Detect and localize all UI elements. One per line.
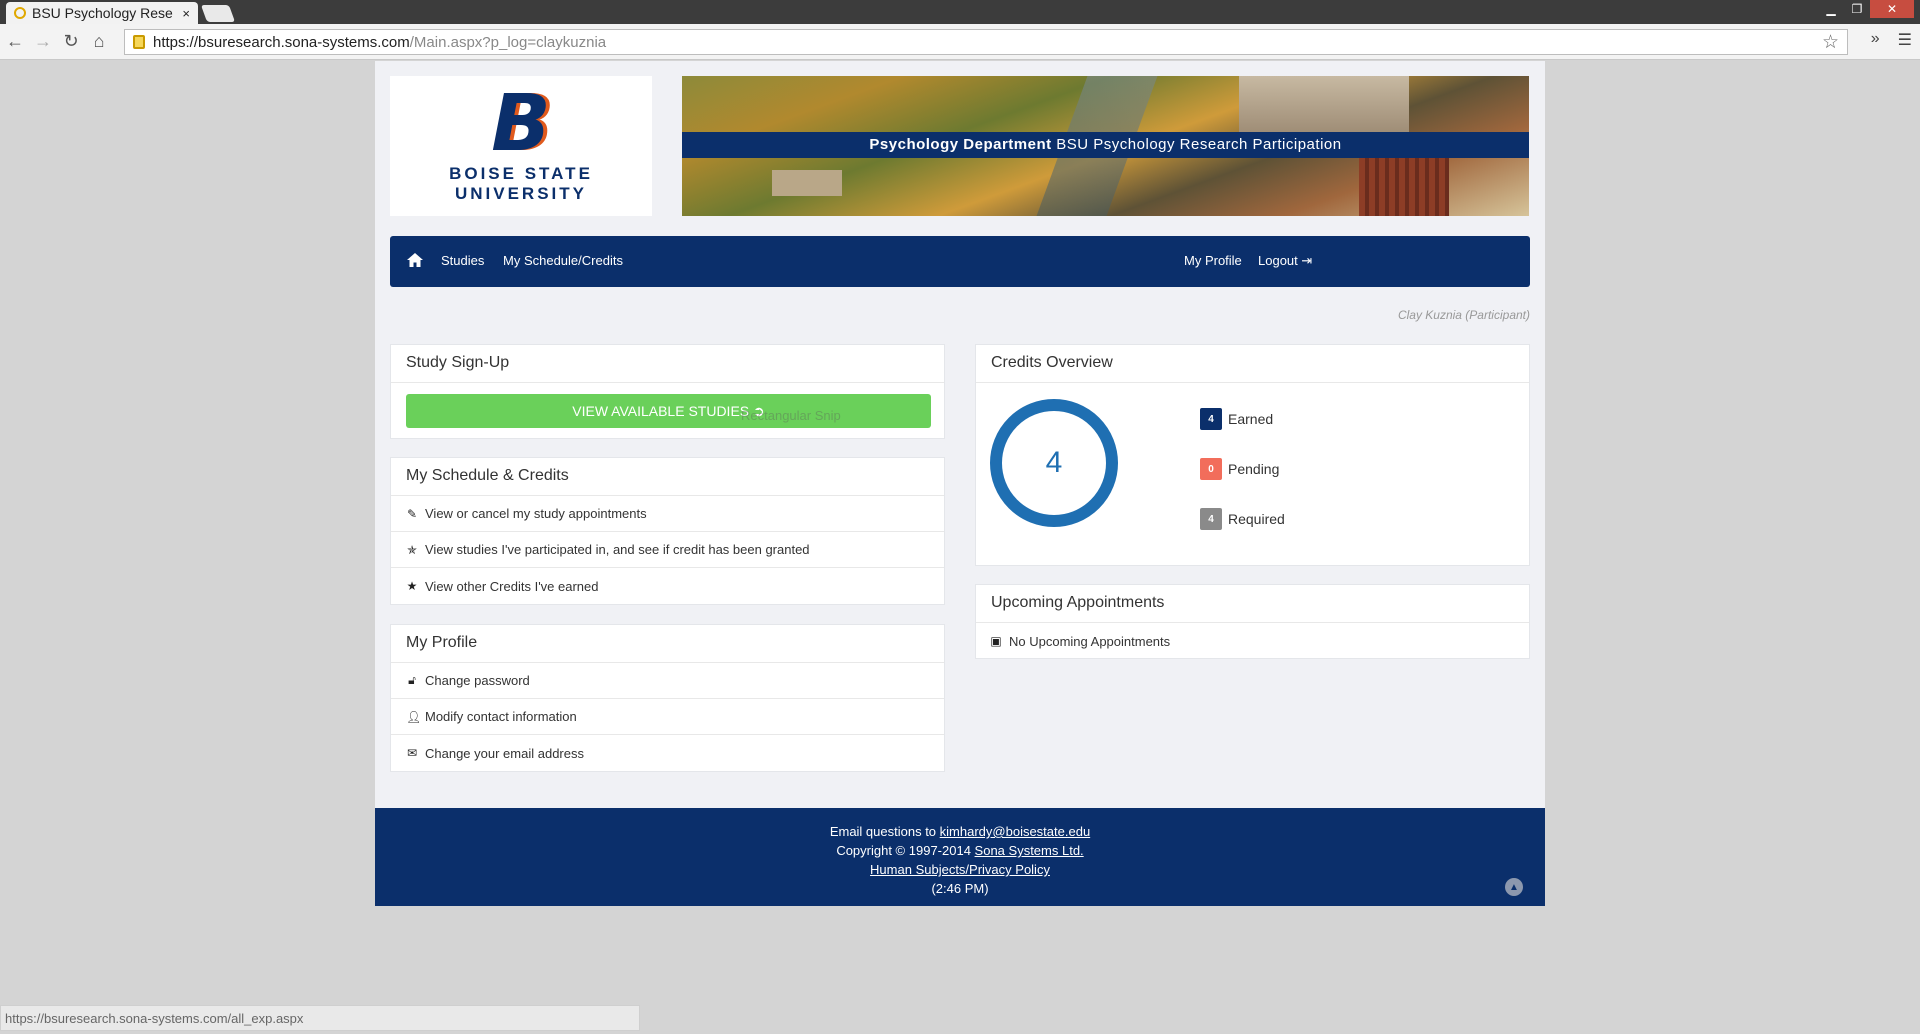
- pending-label: Pending: [1228, 461, 1280, 477]
- credit-pending: 0 Pending: [1200, 458, 1279, 480]
- bookmark-star-icon[interactable]: ☆: [1822, 31, 1839, 54]
- minimize-icon[interactable]: ▁: [1818, 0, 1844, 18]
- banner-title: Psychology Department BSU Psychology Res…: [682, 132, 1529, 158]
- star-icon: ★: [406, 579, 418, 593]
- nav-schedule-credits[interactable]: My Schedule/Credits: [503, 253, 623, 268]
- nav-studies[interactable]: Studies: [441, 253, 484, 268]
- schedule-credits-panel: My Schedule & Credits ✎ View or cancel m…: [390, 457, 945, 605]
- pending-count-badge: 0: [1200, 458, 1222, 480]
- calendar-icon: ▣: [990, 634, 1002, 648]
- footer-copyright-line: Copyright © 1997-2014 Sona Systems Ltd.: [836, 843, 1084, 858]
- page-container: B BOISE STATE UNIVERSITY Psychology Depa…: [375, 61, 1545, 906]
- user-icon: 👤︎: [406, 709, 422, 724]
- participant-name: Clay Kuznia (Participant): [1397, 308, 1530, 322]
- status-bar: https://bsuresearch.sona-systems.com/all…: [0, 1005, 640, 1031]
- scroll-top-icon[interactable]: ▲: [1505, 878, 1523, 896]
- menu-icon[interactable]: ☰: [1898, 30, 1912, 50]
- reload-icon[interactable]: ↻: [58, 29, 84, 55]
- browser-toolbar: ← → ↻ ⌂ https://bsuresearch.sona-systems…: [0, 24, 1920, 60]
- tab-close-icon[interactable]: ×: [182, 6, 190, 21]
- snip-overlay-text: Rectangular Snip: [741, 408, 841, 423]
- earned-label: Earned: [1228, 411, 1274, 427]
- credit-earned: 4 Earned: [1200, 408, 1273, 430]
- home-icon[interactable]: ⌂: [86, 29, 112, 55]
- view-available-studies-button[interactable]: VIEW AVAILABLE STUDIES ➲: [406, 394, 931, 428]
- footer-policy-link[interactable]: Human Subjects/Privacy Policy: [870, 862, 1050, 877]
- half-star-icon: ✯: [406, 542, 418, 557]
- logo-line-1: BOISE STATE: [449, 164, 593, 183]
- logout-icon: ⇥: [1301, 253, 1313, 268]
- lock-icon: [133, 35, 145, 49]
- envelope-icon: ✉: [406, 746, 418, 760]
- study-signup-title: Study Sign-Up: [391, 345, 944, 383]
- upcoming-appointments-panel: Upcoming Appointments ▣ No Upcoming Appo…: [975, 584, 1530, 659]
- list-item-label: Change your email address: [425, 745, 584, 761]
- browser-tab[interactable]: BSU Psychology Rese ×: [6, 2, 198, 24]
- home-icon[interactable]: [406, 251, 424, 269]
- upcoming-appointments-title: Upcoming Appointments: [976, 585, 1529, 623]
- restore-icon[interactable]: ❐: [1844, 0, 1870, 18]
- back-icon[interactable]: ←: [2, 29, 28, 55]
- browser-titlebar: BSU Psychology Rese × ▁ ❐ ✕: [0, 0, 1920, 24]
- list-item-label: Change password: [425, 673, 530, 688]
- required-label: Required: [1228, 511, 1285, 527]
- credits-donut-chart: 4: [990, 399, 1118, 527]
- new-tab-button[interactable]: [200, 5, 236, 22]
- address-bar[interactable]: https://bsuresearch.sona-systems.com/Mai…: [124, 29, 1848, 55]
- no-appointments-text: No Upcoming Appointments: [1009, 633, 1171, 649]
- logo-text: BOISE STATE UNIVERSITY: [449, 164, 593, 204]
- required-count-badge: 4: [1200, 508, 1222, 530]
- logo-letter: B: [491, 79, 551, 169]
- toolbar-extras: » ☰: [1871, 30, 1912, 50]
- list-item[interactable]: ★ View other Credits I've earned: [391, 568, 944, 604]
- study-signup-panel: Study Sign-Up VIEW AVAILABLE STUDIES ➲ R…: [390, 344, 945, 439]
- edit-icon: ✎: [406, 506, 418, 521]
- list-item[interactable]: ✯ View studies I've participated in, and…: [391, 532, 944, 568]
- close-window-icon[interactable]: ✕: [1870, 0, 1914, 18]
- banner-dept: Psychology Department: [869, 136, 1052, 153]
- list-item-label: Modify contact information: [425, 709, 577, 724]
- list-item-label: View other Credits I've earned: [425, 578, 599, 594]
- footer-company-link[interactable]: Sona Systems Ltd.: [975, 843, 1084, 858]
- page-footer: Email questions to kimhardy@boisestate.e…: [375, 808, 1545, 906]
- lock-icon: 🔓︎: [408, 673, 416, 687]
- list-item-label: View studies I've participated in, and s…: [425, 542, 810, 557]
- list-item-label: View or cancel my study appointments: [425, 506, 647, 521]
- extensions-chevron-icon[interactable]: »: [1871, 30, 1880, 50]
- my-profile-title: My Profile: [391, 625, 944, 663]
- footer-email-line: Email questions to kimhardy@boisestate.e…: [829, 824, 1091, 839]
- credit-required: 4 Required: [1200, 508, 1285, 530]
- footer-time: (2:46 PM): [931, 881, 989, 896]
- credits-overview-panel: Credits Overview 4 4 Earned 0 Pending 4 …: [975, 344, 1530, 566]
- url-host: https://bsuresearch.sona-systems.com: [153, 33, 410, 51]
- tab-title: BSU Psychology Rese: [32, 5, 173, 21]
- my-profile-panel: My Profile 🔓︎ Change password 👤︎ Modify …: [390, 624, 945, 772]
- no-appointments-row: ▣ No Upcoming Appointments: [976, 623, 1529, 659]
- logo-line-2: UNIVERSITY: [454, 184, 587, 203]
- university-logo[interactable]: B BOISE STATE UNIVERSITY: [390, 76, 652, 216]
- credits-overview-title: Credits Overview: [976, 345, 1529, 383]
- favicon-icon: [14, 7, 26, 19]
- list-item[interactable]: 🔓︎ Change password: [391, 663, 944, 699]
- earned-count-badge: 4: [1200, 408, 1222, 430]
- list-item[interactable]: 👤︎ Modify contact information: [391, 699, 944, 735]
- forward-icon[interactable]: →: [30, 29, 56, 55]
- footer-email-link[interactable]: kimhardy@boisestate.edu: [940, 824, 1091, 839]
- logout-label: Logout: [1258, 253, 1298, 268]
- url-path: /Main.aspx?p_log=claykuznia: [409, 33, 607, 51]
- view-studies-label: VIEW AVAILABLE STUDIES: [572, 403, 750, 419]
- list-item[interactable]: ✎ View or cancel my study appointments: [391, 496, 944, 532]
- nav-logout[interactable]: Logout ⇥: [1258, 253, 1312, 269]
- nav-my-profile[interactable]: My Profile: [1184, 253, 1242, 268]
- window-controls: ▁ ❐ ✕: [1818, 0, 1914, 18]
- campus-banner: Psychology Department BSU Psychology Res…: [682, 76, 1529, 216]
- list-item[interactable]: ✉ Change your email address: [391, 735, 944, 771]
- schedule-credits-title: My Schedule & Credits: [391, 458, 944, 496]
- main-navbar: Studies My Schedule/Credits My Profile L…: [390, 236, 1530, 287]
- banner-site-title: BSU Psychology Research Participation: [1056, 136, 1342, 153]
